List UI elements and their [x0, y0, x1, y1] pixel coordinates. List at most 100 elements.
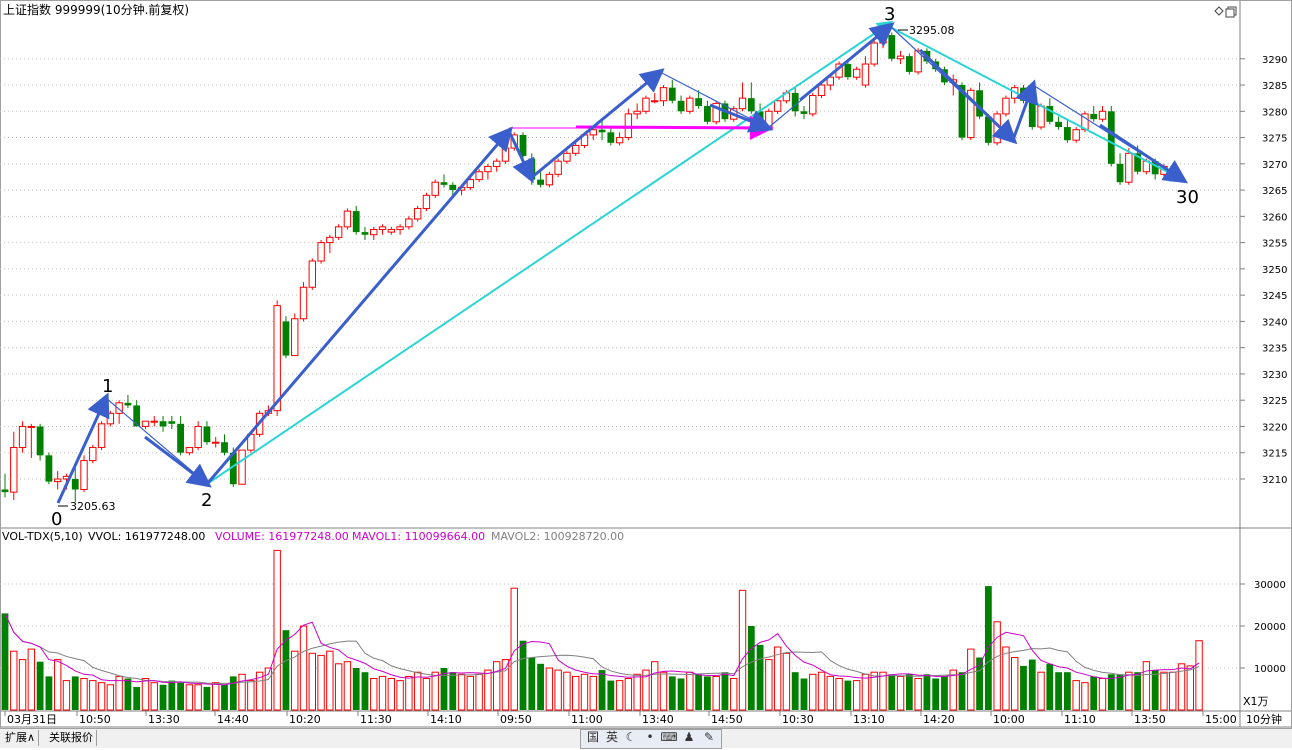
- volume-bar: [221, 684, 228, 710]
- volume-bar: [1160, 671, 1168, 711]
- volume-bar: [791, 672, 799, 710]
- volume-bar: [580, 673, 589, 711]
- volume-bar: [273, 549, 281, 711]
- volume-bar: [817, 671, 826, 711]
- english-mode-icon[interactable]: 英: [603, 729, 621, 745]
- candle: [185, 446, 194, 456]
- volume-bar: [115, 675, 123, 711]
- candle: [212, 436, 220, 448]
- time-tick-label: 11:10: [1064, 713, 1096, 726]
- volume-bar: [607, 680, 615, 710]
- volume-bar: [835, 678, 843, 711]
- candle: [738, 82, 747, 112]
- candle: [704, 100, 711, 125]
- candle: [97, 421, 106, 451]
- price-tick-label: 3235: [1262, 344, 1287, 355]
- volume-bar: [361, 672, 369, 710]
- vvol-value: VVOL: 161977248.00: [88, 530, 205, 543]
- candle: [607, 127, 615, 146]
- candle: [291, 313, 299, 357]
- time-tick-label: 14:50: [711, 713, 743, 726]
- candle: [396, 224, 404, 235]
- price-tick-label: 3290: [1262, 55, 1287, 66]
- volume-bar: [150, 682, 158, 711]
- candle: [177, 415, 184, 456]
- time-tick-label: 14:40: [217, 713, 249, 726]
- candle: [36, 423, 44, 461]
- volume-bar: [247, 680, 255, 711]
- volume-bar: [159, 684, 167, 710]
- period-label: 10分钟: [1246, 712, 1282, 726]
- candle: [159, 415, 167, 432]
- candle: [852, 66, 861, 80]
- chart-canvas[interactable]: 3290 3285 3280 3275 3270 3265 3260 3255 3250 3245…: [0, 0, 1292, 747]
- candle: [221, 434, 228, 456]
- time-tick-label: 09:50: [500, 713, 532, 726]
- stock-chart-window: 3290 3285 3280 3275 3270 3265 3260 3255 3250 3245…: [0, 0, 1292, 749]
- candle: [976, 82, 983, 120]
- volume-bar: [598, 670, 606, 710]
- volume-bar: [1037, 671, 1045, 711]
- volume-bar: [1125, 671, 1133, 711]
- volume-bar: [1090, 676, 1098, 710]
- candle: [791, 87, 799, 117]
- wave-label-3: 3: [884, 4, 895, 25]
- dot-icon[interactable]: •: [641, 729, 659, 745]
- candle: [10, 431, 18, 500]
- wrench-icon[interactable]: ✎: [700, 729, 718, 745]
- volume-bar: [1, 613, 9, 710]
- price-tick-label: 3265: [1262, 186, 1287, 197]
- volume-bar: [589, 675, 597, 711]
- high-price-label: 3295.08: [909, 24, 955, 37]
- volume-bar: [27, 648, 36, 711]
- candle: [800, 106, 808, 120]
- volume-bar: [308, 652, 317, 711]
- candle: [282, 316, 290, 359]
- volume-bar: [537, 663, 544, 710]
- volume-bar: [1195, 640, 1203, 711]
- candle: [106, 410, 115, 427]
- volume-bar: [809, 673, 817, 711]
- volume-bar: [80, 678, 88, 711]
- volume-bar: [704, 676, 711, 710]
- volume-bar: [879, 671, 887, 711]
- candle: [747, 82, 755, 114]
- moon-icon[interactable]: ☾: [622, 729, 640, 745]
- volume-bar: [967, 648, 975, 711]
- volume-bar: [457, 673, 466, 711]
- candle: [501, 145, 510, 164]
- volume-bar: [1063, 672, 1071, 710]
- candle: [1116, 153, 1124, 185]
- volume-axis: 30000 20000 10000: [1240, 580, 1286, 675]
- tab-related-quotes[interactable]: 关联报价: [46, 730, 97, 746]
- tab-expand[interactable]: 扩展∧: [2, 730, 40, 746]
- user-icon[interactable]: ♟: [680, 729, 698, 745]
- volume-bar: [1169, 671, 1177, 711]
- time-tick-label: 10:20: [289, 713, 321, 726]
- volume-bar: [563, 671, 571, 711]
- keyboard-icon[interactable]: ⌨: [660, 729, 678, 745]
- candle: [361, 226, 369, 240]
- candle: [18, 421, 27, 453]
- volume-bar: [659, 671, 668, 711]
- volume-bar: [501, 659, 510, 711]
- time-tick-label: 15:00: [1205, 713, 1237, 726]
- window-controls[interactable]: [1214, 6, 1237, 18]
- mavol1-line: [4, 613, 1200, 686]
- volume-bar: [861, 673, 870, 711]
- wave-label-1: 1: [102, 376, 113, 397]
- time-tick-label: 13:40: [642, 713, 674, 726]
- guo-icon[interactable]: 国: [584, 729, 602, 745]
- price-tick-label: 3250: [1262, 265, 1287, 276]
- volume-bar: [141, 678, 150, 711]
- volume-bar: [1142, 661, 1151, 711]
- time-tick-label: 13:50: [1134, 713, 1166, 726]
- diamond-icon: [1214, 6, 1224, 16]
- volume-bar: [124, 678, 132, 710]
- candle: [80, 455, 88, 493]
- price-tick-label: 3270: [1262, 160, 1287, 171]
- volume-bar: [62, 680, 71, 711]
- volume-bar: [923, 674, 931, 710]
- volume-bar: [212, 682, 220, 711]
- volume-bar: [492, 661, 501, 711]
